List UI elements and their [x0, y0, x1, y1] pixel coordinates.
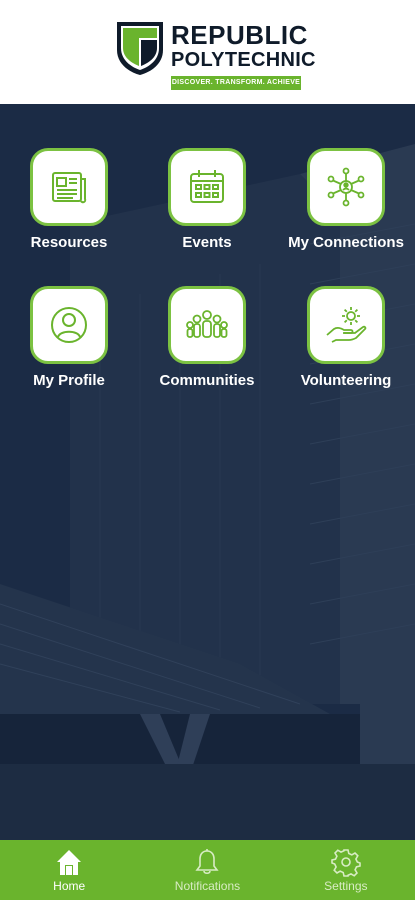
tile-my-connections[interactable]: My Connections	[281, 148, 411, 258]
brand-tagline: DISCOVER. TRANSFORM. ACHIEVE	[171, 76, 301, 90]
group-icon	[186, 310, 228, 338]
tile-label: Events	[182, 234, 232, 251]
home-icon	[57, 850, 82, 875]
user-icon	[51, 307, 87, 343]
republic-polytechnic-logo: REPUBLIC POLYTECHNIC DISCOVER. TRANSFORM…	[115, 20, 316, 92]
tile-label: My Connections	[288, 234, 404, 251]
tile-label: Communities	[159, 372, 255, 389]
calendar-icon	[190, 170, 224, 203]
gear-icon	[331, 849, 361, 877]
tile-label: Volunteering	[300, 372, 392, 389]
nav-label: Settings	[324, 879, 368, 893]
nav-notifications[interactable]: Notifications	[138, 840, 276, 900]
tile-label: Resources	[30, 234, 108, 251]
brand-name-line2: POLYTECHNIC	[171, 49, 316, 71]
newspaper-icon	[52, 172, 87, 204]
network-icon	[327, 167, 365, 207]
tile-resources[interactable]: Resources	[4, 148, 134, 258]
nav-label: Notifications	[174, 879, 241, 893]
tile-label: My Profile	[33, 372, 105, 389]
tile-icon-frame	[168, 286, 246, 364]
tile-communities[interactable]: Communities	[142, 286, 272, 396]
home-dashboard: Resources Events My Connections My Profi…	[0, 104, 415, 840]
shield-logo-icon	[117, 22, 163, 75]
tile-icon-frame	[307, 148, 385, 226]
tile-events[interactable]: Events	[142, 148, 272, 258]
nav-label: Home	[53, 879, 86, 893]
hand-gear-icon	[326, 307, 367, 343]
tile-volunteering[interactable]: Volunteering	[281, 286, 411, 396]
tile-icon-frame	[168, 148, 246, 226]
nav-settings[interactable]: Settings	[277, 840, 415, 900]
tile-icon-frame	[30, 286, 108, 364]
nav-home[interactable]: Home	[0, 840, 138, 900]
bottom-navigation-bar: Home Notifications Settings	[0, 840, 415, 900]
app-header: REPUBLIC POLYTECHNIC DISCOVER. TRANSFORM…	[0, 0, 415, 104]
tile-icon-frame	[30, 148, 108, 226]
bell-icon	[195, 849, 220, 875]
tile-icon-frame	[307, 286, 385, 364]
brand-name-line1: REPUBLIC	[171, 20, 308, 50]
tile-my-profile[interactable]: My Profile	[4, 286, 134, 396]
